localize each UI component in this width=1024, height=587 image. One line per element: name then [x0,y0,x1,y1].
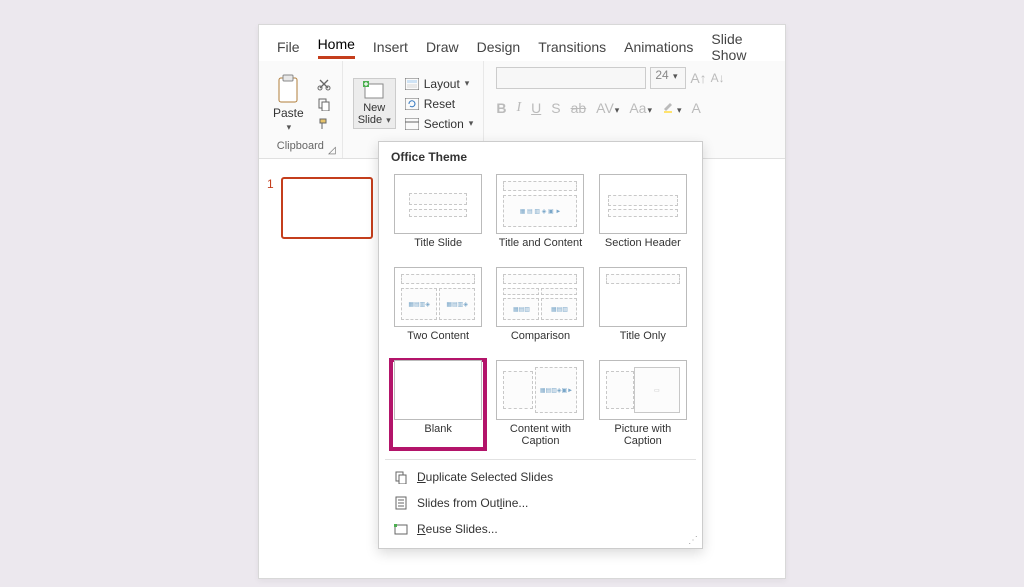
chevron-down-icon: ▾ [673,71,678,81]
slide-thumb-panel: 1 [269,177,379,239]
duplicate-selected-slides[interactable]: Duplicate Selected Slides [379,464,702,490]
layout-title-slide[interactable]: Title Slide [391,174,485,261]
tab-insert[interactable]: Insert [373,39,408,55]
ribbon-tabs: File Home Insert Draw Design Transitions… [259,25,785,61]
tab-file[interactable]: File [277,39,300,55]
app-window: File Home Insert Draw Design Transitions… [258,24,786,579]
chevron-down-icon: ▾ [287,122,292,133]
tab-slideshow[interactable]: Slide Show [711,31,767,63]
italic-button[interactable]: I [516,100,521,116]
layout-button[interactable]: Layout ▾ [404,76,474,92]
font-name-select[interactable] [496,67,646,89]
change-case-button[interactable]: Aa▾ [629,100,652,116]
reuse-slides[interactable]: Reuse Slides... [379,516,702,542]
slide-number: 1 [267,177,274,191]
layout-icon [404,76,420,92]
cut-icon[interactable] [316,76,332,92]
section-icon [404,116,420,132]
resize-grip-icon[interactable]: ⋰ [688,535,698,546]
increase-font-icon[interactable]: A↑ [690,70,706,86]
chevron-down-icon: ▾ [386,115,391,125]
decrease-font-icon[interactable]: A↓ [711,71,725,85]
duplicate-icon [393,469,409,485]
section-label: Section [424,117,464,131]
paste-label: Paste [273,106,304,120]
paste-button[interactable]: Paste ▾ [269,72,308,135]
reuse-label: Reuse Slides... [417,522,498,536]
underline-button[interactable]: U [531,100,541,116]
clipboard-icon [275,74,301,104]
format-painter-icon[interactable] [316,116,332,132]
char-spacing-button[interactable]: AV▾ [596,100,619,116]
slides-from-outline[interactable]: Slides from Outline... [379,490,702,516]
new-slide-layout-dropdown: Office Theme Title Slide ▦ ▤ ▥ ◈ ▣ ► Tit… [378,141,703,549]
reset-label: Reset [424,97,455,111]
new-slide-label-2: Slide [358,114,382,126]
chevron-down-icon: ▾ [465,78,470,89]
font-size-select[interactable]: 24 ▾ [650,67,686,89]
tab-home[interactable]: Home [318,36,355,59]
reset-icon [404,96,420,112]
bold-button[interactable]: B [496,100,506,116]
new-slide-button[interactable]: NewSlide ▾ [353,78,396,129]
strikethrough-button[interactable]: ab [571,100,587,116]
duplicate-label: Duplicate Selected Slides [417,470,553,484]
layout-content-with-caption[interactable]: ▦▤▥◈▣► Content with Caption [493,360,587,449]
layout-two-content[interactable]: ▦▤▥◈▦▤▥◈ Two Content [391,267,485,354]
layout-section-header[interactable]: Section Header [596,174,690,261]
shadow-button[interactable]: S [551,100,560,116]
outline-label: Slides from Outline... [417,496,528,510]
layout-label: Layout [424,77,460,91]
tab-draw[interactable]: Draw [426,39,459,55]
font-color-button[interactable]: A [692,100,701,116]
layout-blank[interactable]: Blank [391,360,485,449]
chevron-down-icon: ▾ [469,118,474,129]
section-button[interactable]: Section ▾ [404,116,474,132]
group-clipboard: Paste ▾ Clipboard ◿ [259,61,343,158]
tab-animations[interactable]: Animations [624,39,693,55]
highlight-button[interactable]: ▾ [662,99,682,116]
tab-transitions[interactable]: Transitions [538,39,606,55]
separator [385,459,696,460]
dropdown-theme-header: Office Theme [379,142,702,170]
reuse-icon [393,521,409,537]
outline-icon [393,495,409,511]
layout-comparison[interactable]: ▦▤▥▦▤▥ Comparison [493,267,587,354]
reset-button[interactable]: Reset [404,96,474,112]
layout-title-only[interactable]: Title Only [596,267,690,354]
slide-thumbnail-1[interactable] [281,177,373,239]
layout-title-and-content[interactable]: ▦ ▤ ▥ ◈ ▣ ► Title and Content [493,174,587,261]
copy-icon[interactable] [316,96,332,112]
new-slide-icon [363,81,385,101]
layout-picture-with-caption[interactable]: ▭ Picture with Caption [596,360,690,449]
tab-design[interactable]: Design [477,39,521,55]
group-clipboard-label: Clipboard [277,140,324,152]
new-slide-label-1: New [363,102,385,114]
clipboard-launcher[interactable]: ◿ [328,145,336,156]
